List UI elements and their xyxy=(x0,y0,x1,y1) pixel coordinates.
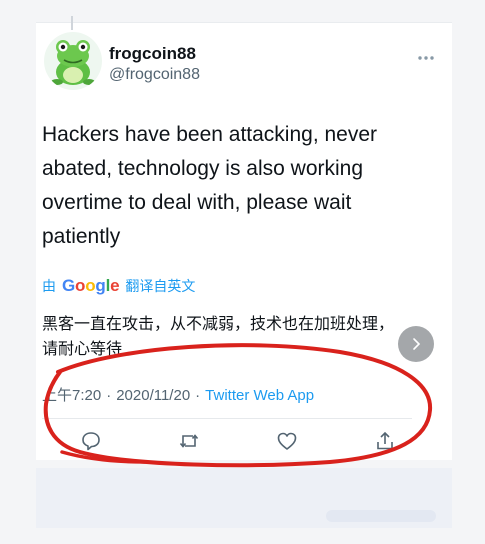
tweet-text: Hackers have been attacking, never abate… xyxy=(42,123,378,248)
display-name[interactable]: frogcoin88 xyxy=(109,44,196,64)
meta-separator: · xyxy=(106,387,112,404)
card-top-border xyxy=(36,22,452,23)
thread-line xyxy=(71,16,73,30)
share-button[interactable] xyxy=(374,430,396,452)
tweet-time[interactable]: 上午7:20 xyxy=(42,387,101,404)
more-horizontal-icon[interactable] xyxy=(417,48,435,60)
google-logo: Google xyxy=(62,276,120,295)
action-divider xyxy=(42,418,412,419)
user-handle[interactable]: @frogcoin88 xyxy=(109,66,200,84)
translated-from-english-label: 翻译自英文 xyxy=(125,278,196,294)
frog-avatar-icon xyxy=(51,40,95,85)
translation-attribution[interactable]: 由 Google 翻译自英文 xyxy=(42,276,195,296)
share-icon xyxy=(377,431,393,450)
chevron-right-icon xyxy=(413,338,421,350)
reply-button[interactable] xyxy=(80,430,102,452)
translated-tweet-text: 黑客一直在攻击，从不减弱，技术也在加班处理，请耐心等待 xyxy=(42,316,395,358)
reply-icon xyxy=(82,432,100,451)
avatar[interactable] xyxy=(44,32,102,90)
translated-by-label: 由 xyxy=(42,278,56,294)
tweet-date[interactable]: 2020/11/20 xyxy=(116,387,190,404)
retweet-button[interactable] xyxy=(178,430,200,452)
meta-separator: · xyxy=(195,387,201,404)
tweet-source[interactable]: Twitter Web App xyxy=(205,387,314,404)
like-button[interactable] xyxy=(276,430,298,452)
blurred-background-strip xyxy=(36,468,452,528)
next-image-button[interactable] xyxy=(398,326,434,362)
tweet-metadata: 上午7:20 · 2020/11/20 · Twitter Web App xyxy=(42,384,314,405)
like-heart-icon xyxy=(277,432,297,450)
retweet-icon xyxy=(179,434,199,448)
blurred-content xyxy=(326,510,436,522)
